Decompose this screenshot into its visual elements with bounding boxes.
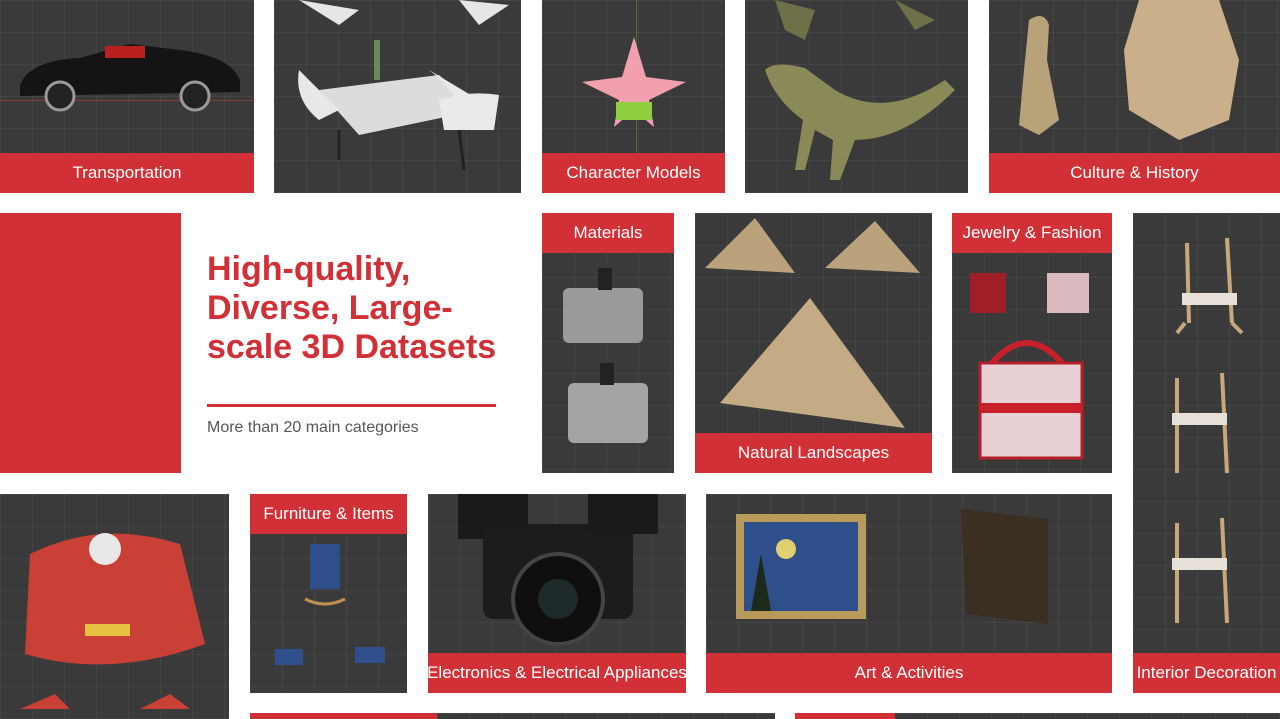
category-label: Interior Decoration: [1133, 653, 1280, 693]
dining-table-icon: [298, 0, 509, 171]
car-icon: [20, 44, 240, 112]
headline-line: scale 3D Datasets: [207, 328, 497, 366]
tile-natural-landscapes[interactable]: Natural Landscapes: [695, 213, 932, 473]
partial-tile: [437, 713, 775, 719]
tile-furniture-items[interactable]: Furniture & Items: [250, 494, 407, 693]
category-label: Culture & History: [989, 153, 1280, 193]
tile-race-car[interactable]: [0, 494, 229, 719]
camera-icon: [458, 494, 658, 646]
partial-tile: [895, 713, 1280, 719]
tile-materials[interactable]: Materials: [542, 213, 674, 473]
painting-icon: [736, 509, 1048, 624]
headline-line: High-quality,: [207, 250, 411, 288]
tile-jewelry-fashion[interactable]: Jewelry & Fashion: [952, 213, 1112, 473]
pot-icon: [563, 268, 648, 443]
category-label: Materials: [542, 213, 674, 253]
category-label: Natural Landscapes: [695, 433, 932, 473]
rocking-chair-icon: [275, 544, 385, 665]
headline-line: Diverse, Large-: [207, 289, 453, 327]
category-label: Furniture & Items: [250, 494, 407, 534]
category-label: Character Models: [542, 153, 725, 193]
subtitle: More than 20 main categories: [207, 419, 419, 436]
pyramid-icon: [705, 218, 920, 428]
starfish-icon: [582, 37, 686, 127]
partial-tile-band: [250, 713, 437, 719]
warrior-icon: [1019, 0, 1239, 140]
tile-dinosaurs[interactable]: [745, 0, 968, 193]
tile-art-activities[interactable]: Art & Activities: [706, 494, 1112, 693]
tile-character-models[interactable]: Character Models: [542, 0, 725, 193]
tile-culture-history[interactable]: Culture & History: [989, 0, 1280, 193]
partial-tile-band: [795, 713, 895, 719]
handbag-icon: [970, 273, 1089, 460]
category-label: Electronics & Electrical Appliances: [428, 653, 686, 693]
category-label: Art & Activities: [706, 653, 1112, 693]
tile-electronics[interactable]: Electronics & Electrical Appliances: [428, 494, 686, 693]
headline: High-quality, Diverse, Large- scale 3D D…: [207, 250, 527, 367]
category-label: Jewelry & Fashion: [952, 213, 1112, 253]
tile-dining-set[interactable]: [274, 0, 521, 193]
dinosaur-icon: [765, 0, 955, 180]
headline-divider: [207, 404, 496, 407]
tile-interior-decoration[interactable]: Interior Decoration: [1133, 213, 1280, 693]
accent-block: [0, 213, 181, 473]
race-car-icon: [20, 533, 205, 709]
category-label: Transportation: [0, 153, 254, 193]
tile-transportation[interactable]: Transportation: [0, 0, 254, 193]
stool-icon: [1172, 237, 1244, 624]
